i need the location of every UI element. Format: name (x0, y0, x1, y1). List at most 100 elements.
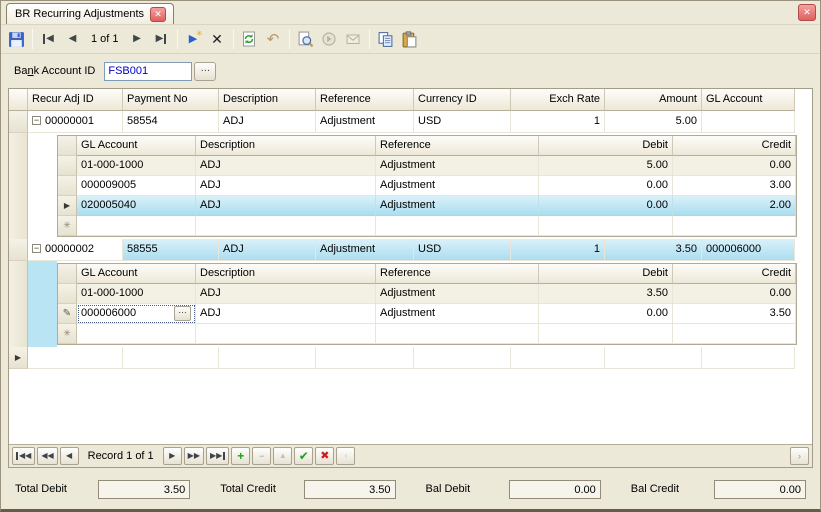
cell-debit[interactable] (539, 324, 673, 344)
cell-debit[interactable]: 3.50 (539, 284, 673, 304)
cell-credit[interactable]: 3.50 (673, 304, 796, 324)
empty-row[interactable]: ▶ (9, 347, 812, 369)
remove-row-button[interactable]: − (252, 447, 271, 465)
collapse-icon[interactable]: − (32, 116, 41, 125)
cell-credit[interactable] (673, 324, 796, 344)
row-selector[interactable] (58, 176, 77, 196)
cell-exch-rate[interactable]: 1 (511, 111, 605, 133)
column-header-recur-adj-id[interactable]: Recur Adj ID (28, 89, 123, 111)
cell-reference[interactable]: Adjustment (376, 176, 539, 196)
cell-description[interactable]: ADJ (219, 111, 316, 133)
detail-column-description[interactable]: Description (196, 264, 376, 284)
nav-next-page-button[interactable]: ▶▶ (184, 447, 204, 465)
detail-row-editing[interactable]: ✎ 000006000 … ADJ Adjustment 0.00 3.50 (58, 304, 796, 324)
cell-recur-adj-id-active[interactable]: −00000002 (28, 239, 123, 261)
cell-gl-account[interactable]: 020005040 (77, 196, 196, 216)
refresh-button[interactable] (238, 28, 261, 51)
nav-previous-button[interactable]: ◀ (60, 447, 79, 465)
cell-reference[interactable] (316, 347, 414, 369)
cell-debit[interactable]: 0.00 (539, 196, 673, 216)
last-record-button[interactable]: ▶ (150, 28, 173, 51)
cell-gl-account[interactable] (702, 111, 795, 133)
detail-row[interactable]: 000009005 ADJ Adjustment 0.00 3.00 (58, 176, 796, 196)
detail-column-debit[interactable]: Debit (539, 136, 673, 156)
row-selector-new[interactable]: ✳ (58, 216, 77, 236)
cell-credit[interactable]: 0.00 (673, 156, 796, 176)
cell-description[interactable] (196, 324, 376, 344)
cell-reference[interactable] (376, 216, 539, 236)
print-preview-button[interactable] (294, 28, 317, 51)
row-selector-current[interactable]: ▶ (9, 347, 28, 369)
column-header-exch-rate[interactable]: Exch Rate (511, 89, 605, 111)
row-selector-current[interactable]: ▶ (58, 196, 77, 216)
add-row-button[interactable]: + (231, 447, 250, 465)
paste-button[interactable] (398, 28, 421, 51)
new-record-button[interactable]: ▶ ✳ (182, 28, 205, 51)
detail-column-credit[interactable]: Credit (673, 264, 796, 284)
cell-description[interactable]: ADJ (196, 284, 376, 304)
cell-gl-account[interactable] (77, 324, 196, 344)
cell-reference[interactable]: Adjustment (376, 196, 539, 216)
bank-account-lookup-button[interactable]: … (194, 62, 216, 81)
nav-first-button[interactable]: ◀◀ (12, 447, 35, 465)
nav-next-button[interactable]: ▶ (163, 447, 182, 465)
window-close-button[interactable]: ✕ (798, 4, 816, 21)
cell-amount[interactable] (605, 347, 702, 369)
cell-gl-account[interactable] (702, 347, 795, 369)
detail-column-reference[interactable]: Reference (376, 264, 539, 284)
cell-recur-adj-id[interactable] (28, 347, 123, 369)
collapse-icon[interactable]: − (32, 244, 41, 253)
row-selector[interactable] (9, 239, 28, 261)
row-selector[interactable] (9, 111, 28, 133)
cell-recur-adj-id[interactable]: −00000001 (28, 111, 123, 133)
cell-currency-id[interactable] (414, 347, 511, 369)
cell-currency-id[interactable]: USD (414, 111, 511, 133)
cell-description[interactable]: ADJ (219, 239, 316, 261)
cell-description[interactable]: ADJ (196, 176, 376, 196)
next-record-button[interactable]: ▶ (126, 28, 149, 51)
cell-description[interactable]: ADJ (196, 304, 376, 324)
cell-debit[interactable]: 0.00 (539, 304, 673, 324)
cell-gl-account[interactable]: 01-000-1000 (77, 156, 196, 176)
cell-currency-id[interactable]: USD (414, 239, 511, 261)
row-selector[interactable] (58, 156, 77, 176)
cell-description[interactable]: ADJ (196, 156, 376, 176)
gl-account-edit-value[interactable]: 000006000 (81, 304, 172, 323)
cell-reference[interactable] (376, 324, 539, 344)
cell-payment-no[interactable] (123, 347, 219, 369)
cell-credit[interactable] (673, 216, 796, 236)
cell-payment-no[interactable]: 58554 (123, 111, 219, 133)
first-record-button[interactable]: ◀ (37, 28, 60, 51)
detail-row[interactable]: 01-000-1000 ADJ Adjustment 5.00 0.00 (58, 156, 796, 176)
cell-debit[interactable]: 0.00 (539, 176, 673, 196)
cell-amount[interactable]: 3.50 (605, 239, 702, 261)
detail-column-debit[interactable]: Debit (539, 264, 673, 284)
detail-new-row[interactable]: ✳ (58, 324, 796, 344)
tab-close-icon[interactable]: ✕ (150, 7, 166, 22)
cell-description[interactable] (219, 347, 316, 369)
row-selector[interactable] (58, 284, 77, 304)
detail-column-gl-account[interactable]: GL Account (77, 264, 196, 284)
copy-button[interactable] (374, 28, 397, 51)
cell-payment-no[interactable]: 58555 (123, 239, 219, 261)
row-selector-new[interactable]: ✳ (58, 324, 77, 344)
table-row-adjustment-1[interactable]: −00000001 58554 ADJ Adjustment USD 1 5.0… (9, 111, 812, 133)
cell-debit[interactable]: 5.00 (539, 156, 673, 176)
previous-record-button[interactable]: ◀ (61, 28, 84, 51)
cell-reference[interactable]: Adjustment (376, 304, 539, 324)
cell-exch-rate[interactable] (511, 347, 605, 369)
cell-reference[interactable]: Adjustment (376, 284, 539, 304)
cell-credit[interactable]: 2.00 (673, 196, 796, 216)
nav-previous-page-button[interactable]: ◀◀ (37, 447, 57, 465)
cell-debit[interactable] (539, 216, 673, 236)
tab-br-recurring-adjustments[interactable]: BR Recurring Adjustments ✕ (6, 3, 174, 24)
cell-gl-account[interactable] (77, 216, 196, 236)
cell-description[interactable] (196, 216, 376, 236)
commit-button[interactable]: ✔ (294, 447, 313, 465)
table-row-adjustment-2-selected[interactable]: −00000002 58555 ADJ Adjustment USD 1 3.5… (9, 239, 812, 261)
save-button[interactable] (5, 28, 28, 51)
detail-column-reference[interactable]: Reference (376, 136, 539, 156)
cell-reference[interactable]: Adjustment (376, 156, 539, 176)
cell-description[interactable]: ADJ (196, 196, 376, 216)
detail-new-row[interactable]: ✳ (58, 216, 796, 236)
